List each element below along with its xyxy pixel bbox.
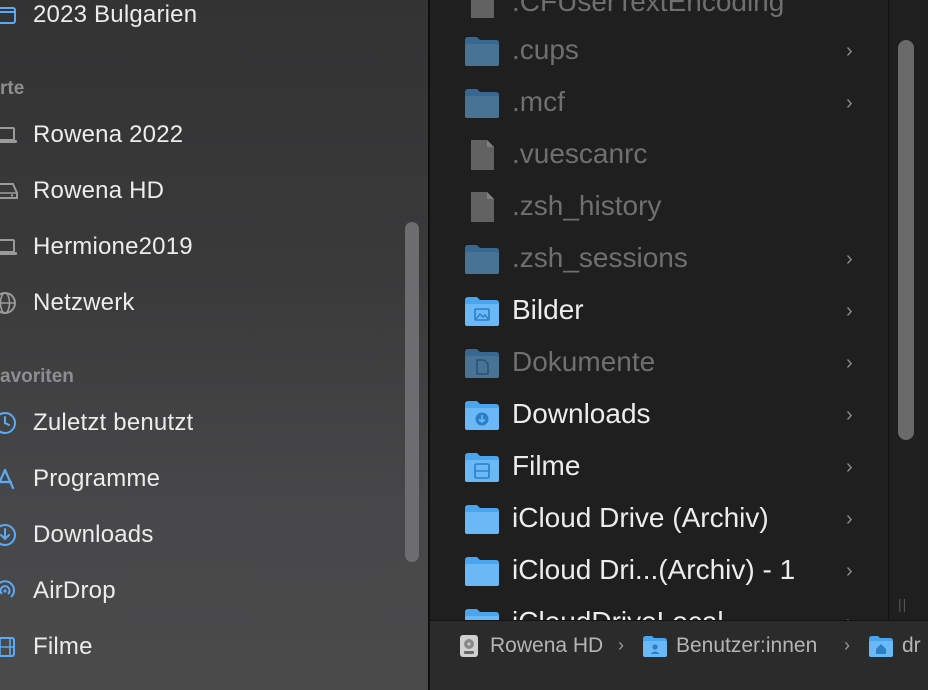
chevron-right-icon: › — [846, 404, 853, 426]
file-row-vuescanrc[interactable]: .vuescanrc — [430, 130, 890, 182]
column-divider[interactable] — [888, 0, 889, 620]
laptop-icon — [0, 234, 18, 260]
document-icon — [471, 192, 494, 222]
clock-icon — [0, 410, 18, 436]
folder-icon — [465, 557, 499, 586]
file-name: .cups — [512, 34, 579, 65]
chevron-right-icon: › — [846, 560, 853, 582]
path-bar: Rowena HD › Benutzer:innen › dr — [430, 620, 928, 690]
path-crumb-label: dr — [902, 634, 921, 657]
folder-icon — [465, 505, 499, 534]
document-icon — [471, 0, 494, 18]
sidebar-scrollbar[interactable] — [405, 222, 419, 562]
file-name: Bilder — [512, 294, 584, 325]
chevron-right-icon: › — [846, 352, 853, 374]
file-row-cups[interactable]: .cups › — [430, 26, 890, 78]
sidebar-item-label: Filme — [33, 633, 93, 660]
downloads-folder-icon — [465, 401, 499, 430]
path-crumb-home[interactable]: dr — [868, 633, 921, 659]
sidebar-item-netzwerk[interactable]: Netzwerk — [0, 283, 400, 323]
folder-icon — [465, 609, 499, 620]
file-name: iCloud Dri...(Archiv) - 1 — [512, 554, 796, 585]
file-name: .CFUserTextEncoding — [512, 0, 785, 17]
file-row-iclouddrivelocal[interactable]: iCloudDriveLocal › — [430, 598, 890, 620]
file-row-icloud-drive-archiv-1[interactable]: iCloud Dri...(Archiv) - 1 › — [430, 546, 890, 598]
column-resize-grip[interactable]: || — [898, 596, 907, 612]
file-name: .mcf — [512, 86, 565, 117]
file-column: .CFUserTextEncoding .cups › .mcf › .vues… — [430, 0, 928, 620]
sidebar-item-programme[interactable]: Programme — [0, 459, 400, 499]
path-separator-icon: › — [844, 635, 850, 655]
chevron-right-icon: › — [846, 40, 853, 62]
file-row-dokumente[interactable]: Dokumente › — [430, 338, 890, 390]
file-name: iCloudDriveLocal — [512, 606, 724, 620]
harddrive-icon — [0, 178, 18, 204]
users-folder-icon — [643, 636, 667, 657]
folder-icon — [465, 89, 499, 118]
sidebar-item-rowena-hd[interactable]: Rowena HD — [0, 171, 400, 211]
folder-icon — [465, 245, 499, 274]
path-crumb-benutzer-innen[interactable]: Benutzer:innen — [642, 633, 817, 659]
sidebar-item-label: AirDrop — [33, 577, 116, 604]
movies-folder-icon — [465, 453, 499, 482]
home-folder-icon — [869, 636, 893, 657]
film-icon — [0, 634, 18, 660]
file-row-downloads[interactable]: Downloads › — [430, 390, 890, 442]
file-row-icloud-drive-archiv[interactable]: iCloud Drive (Archiv) › — [430, 494, 890, 546]
chevron-right-icon: › — [846, 248, 853, 270]
folder-icon — [0, 2, 18, 28]
file-row-zsh-history[interactable]: .zsh_history — [430, 182, 890, 234]
documents-folder-icon — [465, 349, 499, 378]
harddrive-icon — [460, 635, 478, 657]
sidebar-item-hermione2019[interactable]: Hermione2019 — [0, 227, 400, 267]
download-icon — [0, 522, 18, 548]
laptop-icon — [0, 122, 18, 148]
file-name: Filme — [512, 450, 581, 481]
sidebar-item-rowena-2022[interactable]: Rowena 2022 — [0, 115, 400, 155]
sidebar-item-label: Downloads — [33, 521, 154, 548]
sidebar-item-filme[interactable]: Filme — [0, 627, 400, 667]
file-row-bilder[interactable]: Bilder › — [430, 286, 890, 338]
path-crumb-label: Benutzer:innen — [676, 634, 818, 657]
sidebar: 2023 Bulgarien rte Rowena 2022 Rowena HD… — [0, 0, 428, 690]
pictures-folder-icon — [465, 297, 499, 326]
sidebar-item-label: Hermione2019 — [33, 233, 193, 260]
file-row-zsh-sessions[interactable]: .zsh_sessions › — [430, 234, 890, 286]
column-scrollbar[interactable] — [898, 40, 914, 440]
airdrop-icon — [0, 578, 18, 604]
sidebar-section-header-favoriten: avoriten — [0, 366, 74, 387]
sidebar-item-label: Programme — [33, 465, 161, 492]
path-crumb-label: Rowena HD — [490, 634, 604, 657]
path-separator-icon: › — [618, 635, 624, 655]
file-name: .vuescanrc — [512, 138, 648, 169]
file-name: .zsh_sessions — [512, 242, 688, 273]
file-row-mcf[interactable]: .mcf › — [430, 78, 890, 130]
chevron-right-icon: › — [846, 612, 853, 620]
sidebar-item-downloads[interactable]: Downloads — [0, 515, 400, 555]
sidebar-item-2023-bulgarien[interactable]: 2023 Bulgarien — [0, 0, 400, 35]
file-name: .zsh_history — [512, 190, 662, 221]
sidebar-item-label: 2023 Bulgarien — [33, 1, 198, 28]
document-icon — [471, 140, 494, 170]
file-name: Downloads — [512, 398, 651, 429]
chevron-right-icon: › — [846, 508, 853, 530]
sidebar-item-airdrop[interactable]: AirDrop — [0, 571, 400, 611]
sidebar-item-label: Rowena HD — [33, 177, 165, 204]
file-name: iCloud Drive (Archiv) — [512, 502, 769, 533]
folder-icon — [465, 37, 499, 66]
chevron-right-icon: › — [846, 92, 853, 114]
sidebar-item-label: Zuletzt benutzt — [33, 409, 194, 436]
network-icon — [0, 290, 18, 316]
sidebar-item-zuletzt-benutzt[interactable]: Zuletzt benutzt — [0, 403, 400, 443]
file-row-filme[interactable]: Filme › — [430, 442, 890, 494]
apps-icon — [0, 466, 18, 492]
sidebar-item-label: Netzwerk — [33, 289, 135, 316]
sidebar-item-label: Rowena 2022 — [33, 121, 184, 148]
chevron-right-icon: › — [846, 456, 853, 478]
file-name: Dokumente — [512, 346, 656, 377]
chevron-right-icon: › — [846, 300, 853, 322]
path-crumb-rowena-hd[interactable]: Rowena HD — [456, 633, 603, 659]
sidebar-section-header-orte: rte — [0, 78, 25, 99]
